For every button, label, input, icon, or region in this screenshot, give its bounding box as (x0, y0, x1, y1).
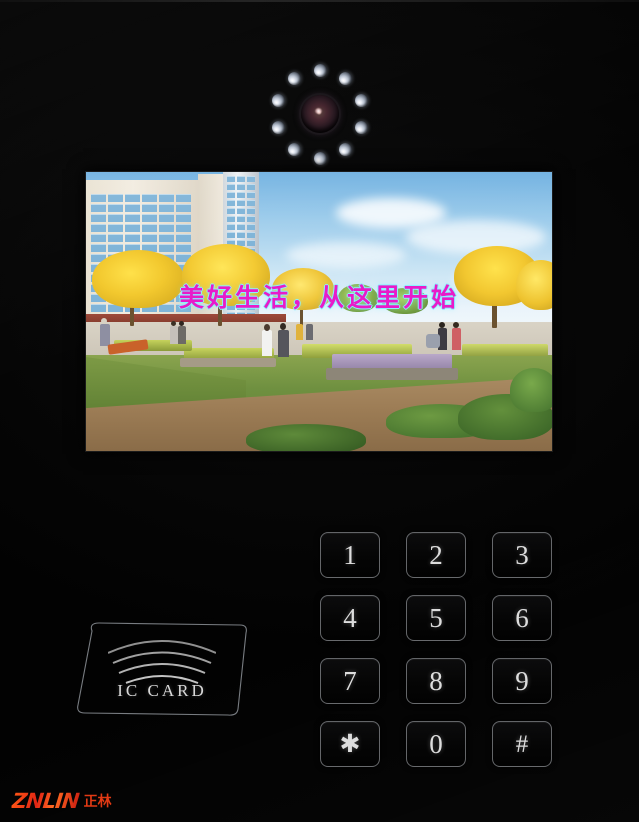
device-panel: 美好生活，从这里开始 IC CARD 1 2 3 4 5 6 7 8 9 ✱ 0 # ZNLIN 正林 (0, 0, 639, 822)
tree (516, 260, 552, 310)
pedestrian (296, 324, 303, 340)
brand-logo: ZNLIN 正林 (10, 789, 112, 813)
pedestrian-head (171, 321, 176, 326)
pedestrian (278, 330, 289, 357)
shrub (246, 424, 366, 451)
pedestrian (178, 326, 186, 344)
key-8[interactable]: 8 (406, 658, 466, 704)
tree (92, 250, 184, 308)
tree (182, 244, 270, 306)
cloud (286, 242, 406, 268)
key-9[interactable]: 9 (492, 658, 552, 704)
pedestrian-head (179, 321, 184, 326)
ic-card-label: IC CARD (117, 681, 207, 700)
pedestrian-head (101, 318, 107, 324)
pedestrian-head (453, 322, 459, 328)
key-star[interactable]: ✱ (320, 721, 380, 767)
key-5[interactable]: 5 (406, 595, 466, 641)
ir-led-icon (287, 71, 301, 85)
camera-lens-icon (301, 95, 339, 133)
ir-led-icon (313, 151, 327, 165)
pedestrian (452, 328, 461, 350)
logo-wordmark: ZNLIN (10, 789, 80, 813)
key-7[interactable]: 7 (320, 658, 380, 704)
pedestrian (262, 330, 272, 356)
key-0[interactable]: 0 (406, 721, 466, 767)
lcd-screen[interactable]: 美好生活，从这里开始 (86, 172, 552, 451)
lens-glint (315, 108, 322, 114)
pedestrian-head (264, 324, 270, 331)
key-6[interactable]: 6 (492, 595, 552, 641)
camera-module (264, 58, 376, 170)
key-4[interactable]: 4 (320, 595, 380, 641)
logo-chinese-name: 正林 (83, 794, 112, 810)
key-hash[interactable]: # (492, 721, 552, 767)
panel-top-edge (0, 0, 639, 2)
ir-led-icon (271, 93, 285, 107)
key-1[interactable]: 1 (320, 532, 380, 578)
ir-led-icon (339, 143, 353, 157)
flower-bed-edge (180, 358, 276, 367)
ir-led-icon (271, 121, 285, 135)
flower-bed-edge (326, 368, 458, 380)
numeric-keypad: 1 2 3 4 5 6 7 8 9 ✱ 0 # (320, 532, 552, 767)
ir-led-icon (287, 143, 301, 157)
shrub (510, 368, 552, 412)
tree (338, 284, 378, 312)
ic-card-reader-zone[interactable]: IC CARD (72, 617, 252, 721)
ir-led-icon (313, 63, 327, 77)
tree (272, 268, 334, 310)
ic-card-outline (77, 622, 247, 716)
pedestrian-head (439, 322, 445, 328)
rfid-wave-icon (108, 640, 216, 684)
ir-led-icon (355, 93, 369, 107)
stroller (426, 334, 440, 348)
screen-content: 美好生活，从这里开始 (86, 172, 552, 451)
pedestrian (170, 326, 178, 344)
key-3[interactable]: 3 (492, 532, 552, 578)
pedestrian-head (280, 323, 286, 330)
tree (382, 288, 428, 314)
ir-led-icon (355, 121, 369, 135)
ir-led-icon (339, 71, 353, 85)
flower-bed (462, 344, 548, 356)
pedestrian-worker (100, 324, 110, 346)
key-2[interactable]: 2 (406, 532, 466, 578)
pedestrian (306, 324, 313, 340)
